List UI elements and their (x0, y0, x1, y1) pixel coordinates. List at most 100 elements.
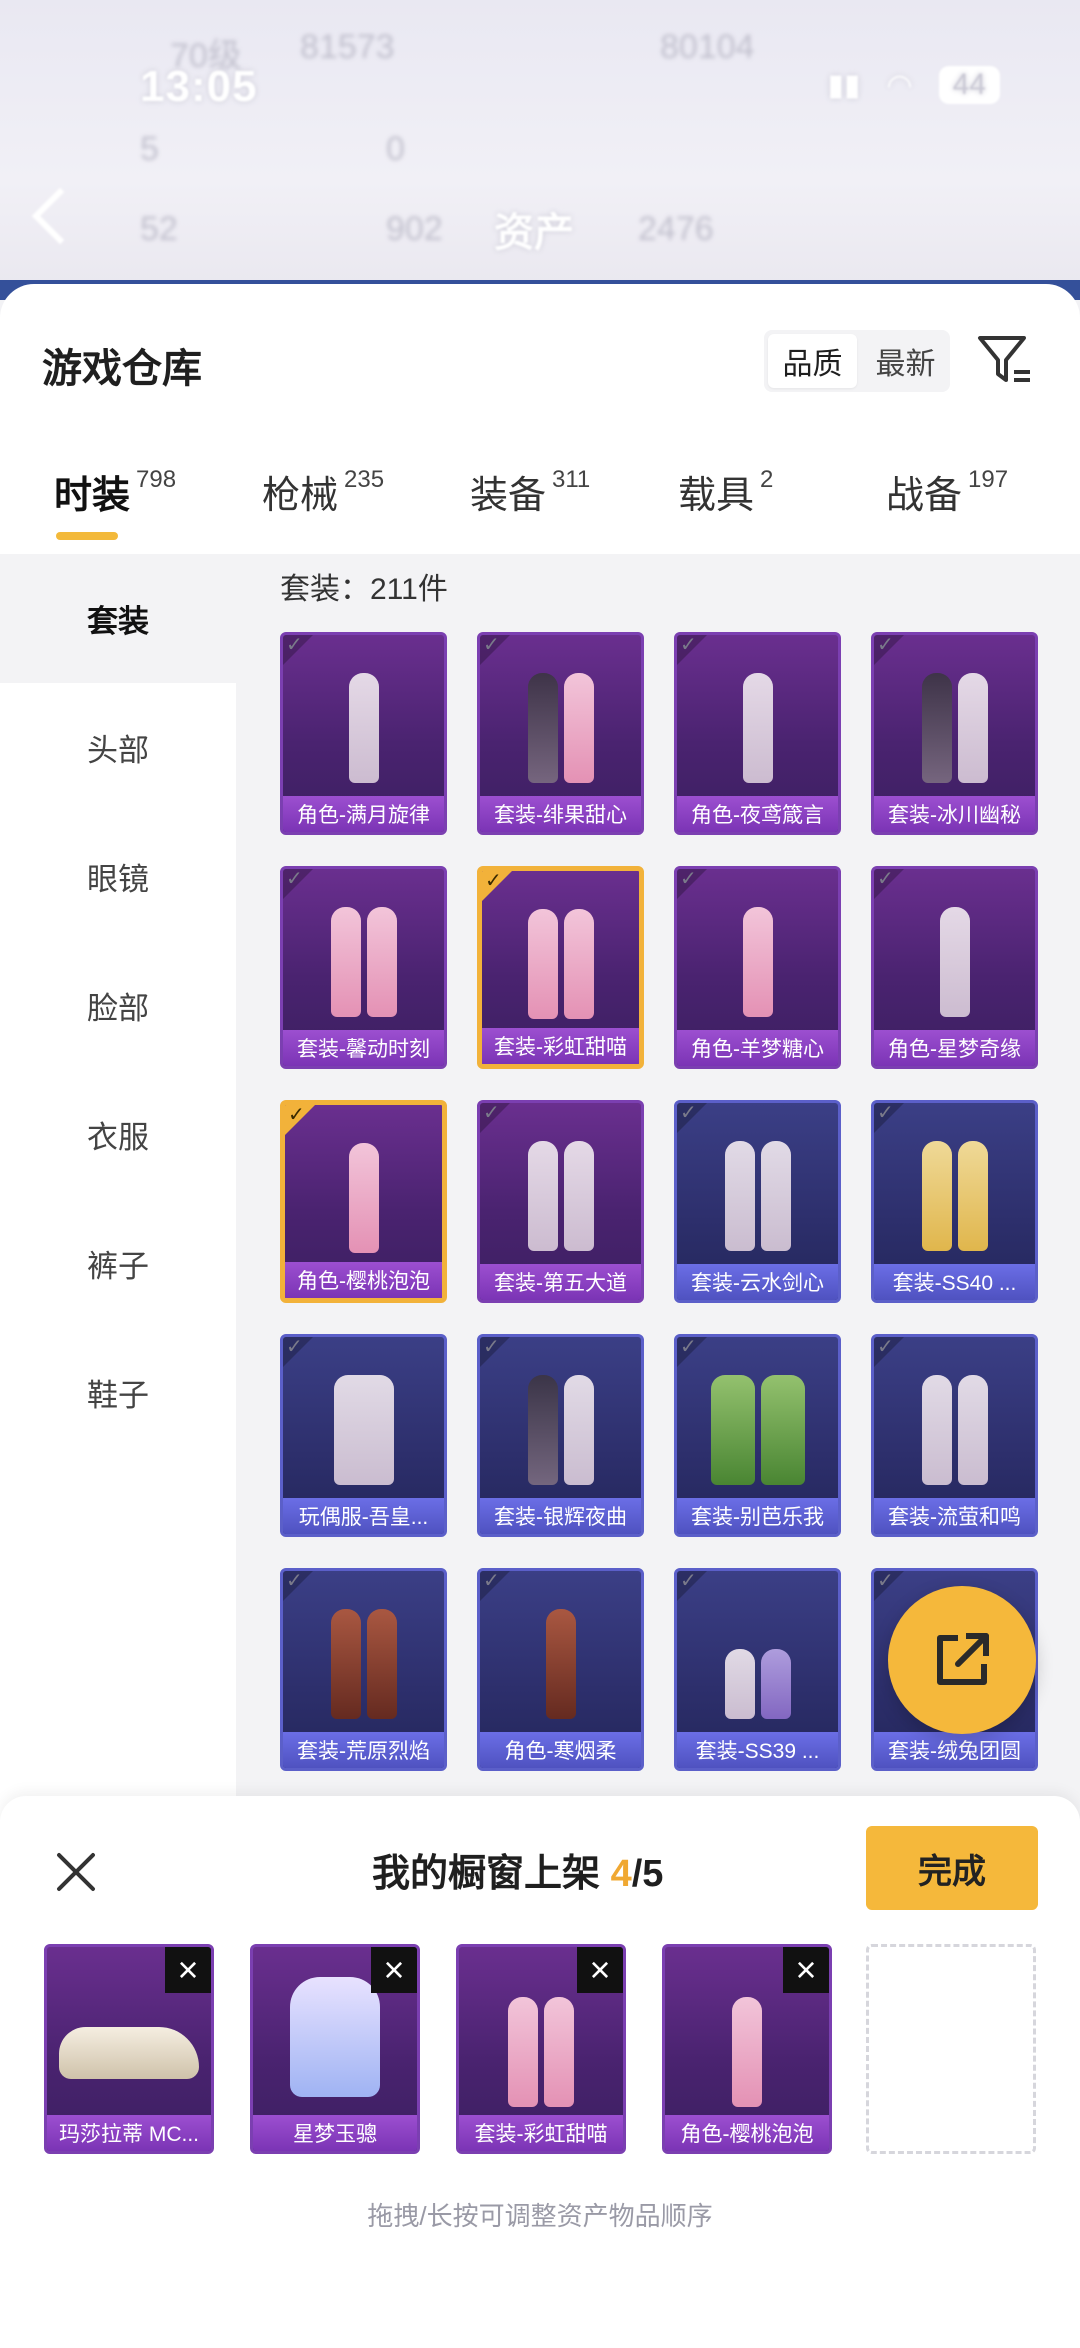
item-card[interactable]: 角色-满月旋律 (280, 632, 447, 835)
page-title: 资产 (494, 211, 574, 255)
showcase-slot-empty[interactable] (866, 1944, 1036, 2154)
item-name: 套装-别芭乐我 (677, 1498, 838, 1534)
item-name: 角色-星梦奇缘 (874, 1030, 1035, 1066)
subcategory-item-face[interactable]: 脸部 (0, 941, 236, 1070)
item-thumbnail (285, 1123, 442, 1253)
slot-name: 套装-彩虹甜喵 (459, 2115, 623, 2151)
subcategory-item-shoes[interactable]: 鞋子 (0, 1328, 236, 1457)
item-name: 角色-樱桃泡泡 (285, 1262, 442, 1298)
remove-icon[interactable]: × (577, 1947, 623, 1993)
item-card[interactable]: 套装-冰川幽秘 (871, 632, 1038, 835)
blurred-count: 5 (140, 130, 159, 168)
showcase-slot[interactable]: × 玛莎拉蒂 MC... (44, 1944, 214, 2154)
item-card[interactable]: 角色-寒烟柔 (477, 1568, 644, 1771)
item-card-selected[interactable]: 角色-樱桃泡泡 (280, 1100, 447, 1303)
tab-label: 战备 (886, 475, 963, 517)
sort-newest-button[interactable]: 最新 (861, 330, 950, 392)
item-card[interactable]: 套装-绯果甜心 (477, 632, 644, 835)
item-thumbnail (283, 887, 444, 1017)
subcategory-item-glasses[interactable]: 眼镜 (0, 812, 236, 941)
showcase-panel: 我的橱窗上架 4/5 完成 × 玛莎拉蒂 MC... × 星梦玉骢 × 套装-彩… (0, 1796, 1080, 2348)
subcategory-item-clothes[interactable]: 衣服 (0, 1070, 236, 1199)
item-card[interactable]: 套装-第五大道 (477, 1100, 644, 1303)
tab-count: 197 (968, 466, 1009, 493)
item-card[interactable]: 套装-云水剑心 (674, 1100, 841, 1303)
category-tabs: 时装 798 枪械 235 装备 311 载具 2 战备 197 (0, 464, 1080, 536)
blurred-count: 2476 (638, 210, 714, 248)
item-card[interactable]: 套装-SS40 ... (871, 1100, 1038, 1303)
item-thumbnail (47, 1977, 211, 2107)
item-thumbnail (482, 889, 639, 1019)
showcase-count-total: /5 (631, 1853, 664, 1895)
sort-quality-button[interactable]: 品质 (768, 334, 857, 388)
tab-label: 枪械 (262, 475, 339, 517)
item-card[interactable]: 角色-星梦奇缘 (871, 866, 1038, 1069)
item-card[interactable]: 套装-荒原烈焰 (280, 1568, 447, 1771)
item-card[interactable]: 套装-别芭乐我 (674, 1334, 841, 1537)
sort-toggle: 品质 最新 (764, 330, 950, 392)
tab-supplies[interactable]: 战备 197 (886, 464, 1008, 536)
subcategory-item-pants[interactable]: 裤子 (0, 1199, 236, 1328)
item-name: 套装-绒兔团圆 (874, 1732, 1035, 1768)
share-icon (937, 1633, 989, 1685)
item-thumbnail (677, 887, 838, 1017)
showcase-count-current: 4 (610, 1853, 632, 1895)
blurred-count: 52 (140, 210, 178, 248)
item-card-selected[interactable]: 套装-彩虹甜喵 (477, 866, 644, 1069)
item-name: 套装-SS40 ... (874, 1264, 1035, 1300)
showcase-slot[interactable]: × 角色-樱桃泡泡 (662, 1944, 832, 2154)
item-card[interactable]: 套装-馨动时刻 (280, 866, 447, 1069)
showcase-title-text: 我的橱窗上架 (372, 1853, 611, 1895)
tab-equipment[interactable]: 装备 311 (470, 464, 590, 536)
item-card[interactable]: 角色-夜鸢箴言 (674, 632, 841, 835)
close-icon[interactable] (50, 1846, 102, 1898)
tab-count: 235 (344, 466, 385, 493)
item-card[interactable]: 套装-SS39 ... (674, 1568, 841, 1771)
item-card[interactable]: 角色-羊梦糖心 (674, 866, 841, 1069)
item-card[interactable]: 套装-银辉夜曲 (477, 1334, 644, 1537)
item-name: 玩偶服-吾皇... (283, 1498, 444, 1534)
item-name: 角色-寒烟柔 (480, 1732, 641, 1768)
filter-icon[interactable] (974, 330, 1036, 392)
tab-vehicles[interactable]: 载具 2 (678, 464, 773, 536)
blurred-count: 0 (386, 130, 405, 168)
item-name: 套装-馨动时刻 (283, 1030, 444, 1066)
item-name: 套装-云水剑心 (677, 1264, 838, 1300)
item-thumbnail (459, 1977, 623, 2107)
item-name: 套装-彩虹甜喵 (482, 1028, 639, 1064)
status-time: 13:05 (140, 62, 258, 111)
reorder-hint: 拖拽/长按可调整资产物品顺序 (367, 2201, 713, 2231)
tab-active-indicator (56, 532, 118, 540)
item-thumbnail (480, 1589, 641, 1719)
item-thumbnail (283, 1355, 444, 1485)
item-name: 角色-满月旋律 (283, 796, 444, 832)
item-thumbnail (677, 1589, 838, 1719)
back-arrow-icon[interactable] (31, 187, 89, 245)
done-button[interactable]: 完成 (866, 1826, 1038, 1910)
tab-label: 装备 (470, 475, 547, 517)
remove-icon[interactable]: × (165, 1947, 211, 1993)
slot-name: 玛莎拉蒂 MC... (47, 2115, 211, 2151)
tab-guns[interactable]: 枪械 235 (262, 464, 384, 536)
share-button[interactable] (888, 1586, 1036, 1734)
signal-icon: ▮▮ (827, 68, 861, 102)
item-name: 套装-绯果甜心 (480, 796, 641, 832)
item-card[interactable]: 玩偶服-吾皇... (280, 1334, 447, 1537)
showcase-slot[interactable]: × 星梦玉骢 (250, 1944, 420, 2154)
tab-fashion[interactable]: 时装 798 (54, 464, 176, 536)
item-thumbnail (283, 1589, 444, 1719)
sheet-title: 游戏仓库 (42, 347, 202, 391)
item-thumbnail (283, 653, 444, 783)
item-thumbnail (253, 1977, 417, 2107)
subcategory-item-suit[interactable]: 套装 (0, 554, 236, 683)
blurred-id: 81573 (300, 28, 395, 66)
showcase-slot[interactable]: × 套装-彩虹甜喵 (456, 1944, 626, 2154)
subcategory-item-head[interactable]: 头部 (0, 683, 236, 812)
status-bar-icons: ▮▮ ◠ 44 (827, 66, 1000, 104)
remove-icon[interactable]: × (783, 1947, 829, 1993)
item-card[interactable]: 套装-流萤和鸣 (871, 1334, 1038, 1537)
item-thumbnail (874, 653, 1035, 783)
showcase-title: 我的橱窗上架 4/5 (372, 1842, 663, 1897)
remove-icon[interactable]: × (371, 1947, 417, 1993)
item-name: 角色-夜鸢箴言 (677, 796, 838, 832)
